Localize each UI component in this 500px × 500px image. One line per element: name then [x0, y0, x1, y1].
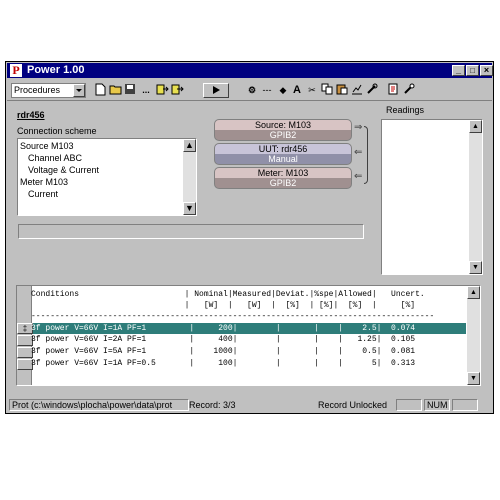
table-row[interactable]: 3f power V=66V I=2A PF=1 | 400| | | | 1.…: [31, 335, 415, 345]
arrow-left-icon: ⇐: [354, 147, 363, 158]
status-empty-pane-2: [452, 399, 478, 411]
scroll-down-icon[interactable]: ▼: [183, 202, 196, 215]
close-button[interactable]: ×: [480, 65, 493, 76]
arrow-left-icon: ⇐: [354, 171, 363, 182]
connection-tree[interactable]: Source M103 Channel ABC Voltage & Curren…: [17, 138, 197, 216]
source-device-button[interactable]: Source: M103 GPIB2: [214, 119, 352, 141]
diamond-icon[interactable]: ◆: [276, 83, 290, 98]
readings-scrollbar[interactable]: ▲ ▼: [469, 120, 482, 274]
arrow-right-icon: ⇒: [354, 122, 363, 133]
report-icon[interactable]: [387, 83, 401, 98]
scroll-down-icon[interactable]: ▼: [467, 372, 480, 385]
connection-scheme-label: Connection scheme: [17, 126, 97, 136]
meter-device-address: GPIB2: [269, 178, 297, 188]
source-device-name: Source: M103: [254, 120, 312, 130]
scroll-up-icon[interactable]: ▲: [467, 286, 480, 299]
uut-device-name: UUT: rdr456: [258, 144, 308, 154]
toolbar: Procedures ... ⚙ --- ◆ A ✂: [7, 80, 492, 101]
minimize-button[interactable]: _: [452, 65, 465, 76]
connector-bracket: [364, 126, 368, 184]
tools-icon[interactable]: [365, 83, 379, 98]
status-path: Prot (c:\windows\plocha\power\data\prot: [9, 399, 189, 411]
table-scrollbar[interactable]: ▲ ▼: [467, 286, 480, 385]
scroll-down-icon[interactable]: ▼: [469, 261, 482, 274]
import-icon[interactable]: [155, 83, 169, 98]
table-row[interactable]: 3f power V=66V I=1A PF=0.5 | 100| | | | …: [31, 359, 415, 369]
uut-name: rdr456: [17, 110, 45, 120]
save-icon[interactable]: [123, 83, 137, 98]
title-bar[interactable]: P Power 1.00 _ □ ×: [7, 63, 493, 78]
tree-item[interactable]: Voltage & Current: [28, 165, 99, 175]
app-icon[interactable]: P: [10, 64, 22, 77]
scroll-up-icon[interactable]: ▲: [183, 139, 196, 152]
tree-item[interactable]: Current: [28, 189, 58, 199]
wrench-icon[interactable]: [402, 83, 416, 98]
open-folder-icon[interactable]: [108, 83, 122, 98]
table-row[interactable]: 3f power V=66V I=5A PF=1 | 1000| | | | 0…: [31, 347, 415, 357]
table-header-units: | [W] | [W] | [%] | [%]| [%] | [%]: [31, 301, 416, 310]
tree-scrollbar[interactable]: ▲ ▼: [183, 139, 196, 215]
export-icon[interactable]: [170, 83, 184, 98]
chevron-down-icon[interactable]: [73, 84, 85, 97]
window-title: Power 1.00: [27, 64, 85, 76]
table-header: Conditions | Nominal|Measured|Deviat.|%s…: [31, 290, 425, 299]
readings-label: Readings: [386, 105, 425, 115]
copy-icon[interactable]: [320, 83, 334, 98]
progress-bar: [18, 224, 364, 239]
meter-device-name: Meter: M103: [257, 168, 309, 178]
table-row[interactable]: 3f power V=66V I=1A PF=1 | 200| | | | 2.…: [31, 324, 415, 334]
chart-icon[interactable]: [350, 83, 364, 98]
status-record: Record: 3/3: [189, 400, 236, 410]
tree-item[interactable]: Source M103: [20, 141, 74, 151]
font-icon[interactable]: A: [290, 83, 304, 98]
results-table[interactable]: Conditions | Nominal|Measured|Deviat.|%s…: [16, 285, 481, 386]
run-button[interactable]: [203, 83, 229, 98]
uut-device-connection: Manual: [268, 154, 298, 164]
status-bar: Prot (c:\windows\plocha\power\data\prot …: [7, 397, 492, 412]
new-file-icon[interactable]: [93, 83, 107, 98]
tree-item[interactable]: Meter M103: [20, 177, 68, 187]
procedures-combo-value: Procedures: [14, 85, 61, 95]
maximize-button[interactable]: □: [466, 65, 479, 76]
table-separator: ----------------------------------------…: [31, 312, 435, 321]
settings-icon[interactable]: ⚙: [245, 83, 259, 98]
more-icon[interactable]: ...: [139, 83, 153, 98]
paste-icon[interactable]: [335, 83, 349, 98]
dash-icon[interactable]: ---: [260, 83, 274, 98]
tree-item[interactable]: Channel ABC: [28, 153, 82, 163]
scroll-up-icon[interactable]: ▲: [469, 120, 482, 133]
cut-icon[interactable]: ✂: [305, 83, 319, 98]
uut-device-button[interactable]: UUT: rdr456 Manual: [214, 143, 352, 165]
readings-box[interactable]: ▲ ▼: [381, 119, 483, 275]
meter-device-button[interactable]: Meter: M103 GPIB2: [214, 167, 352, 189]
status-num: NUM: [424, 399, 450, 411]
procedures-combo[interactable]: Procedures: [11, 83, 86, 98]
status-lock: Record Unlocked: [318, 400, 388, 410]
source-device-address: GPIB2: [269, 130, 297, 140]
status-empty-pane: [396, 399, 422, 411]
